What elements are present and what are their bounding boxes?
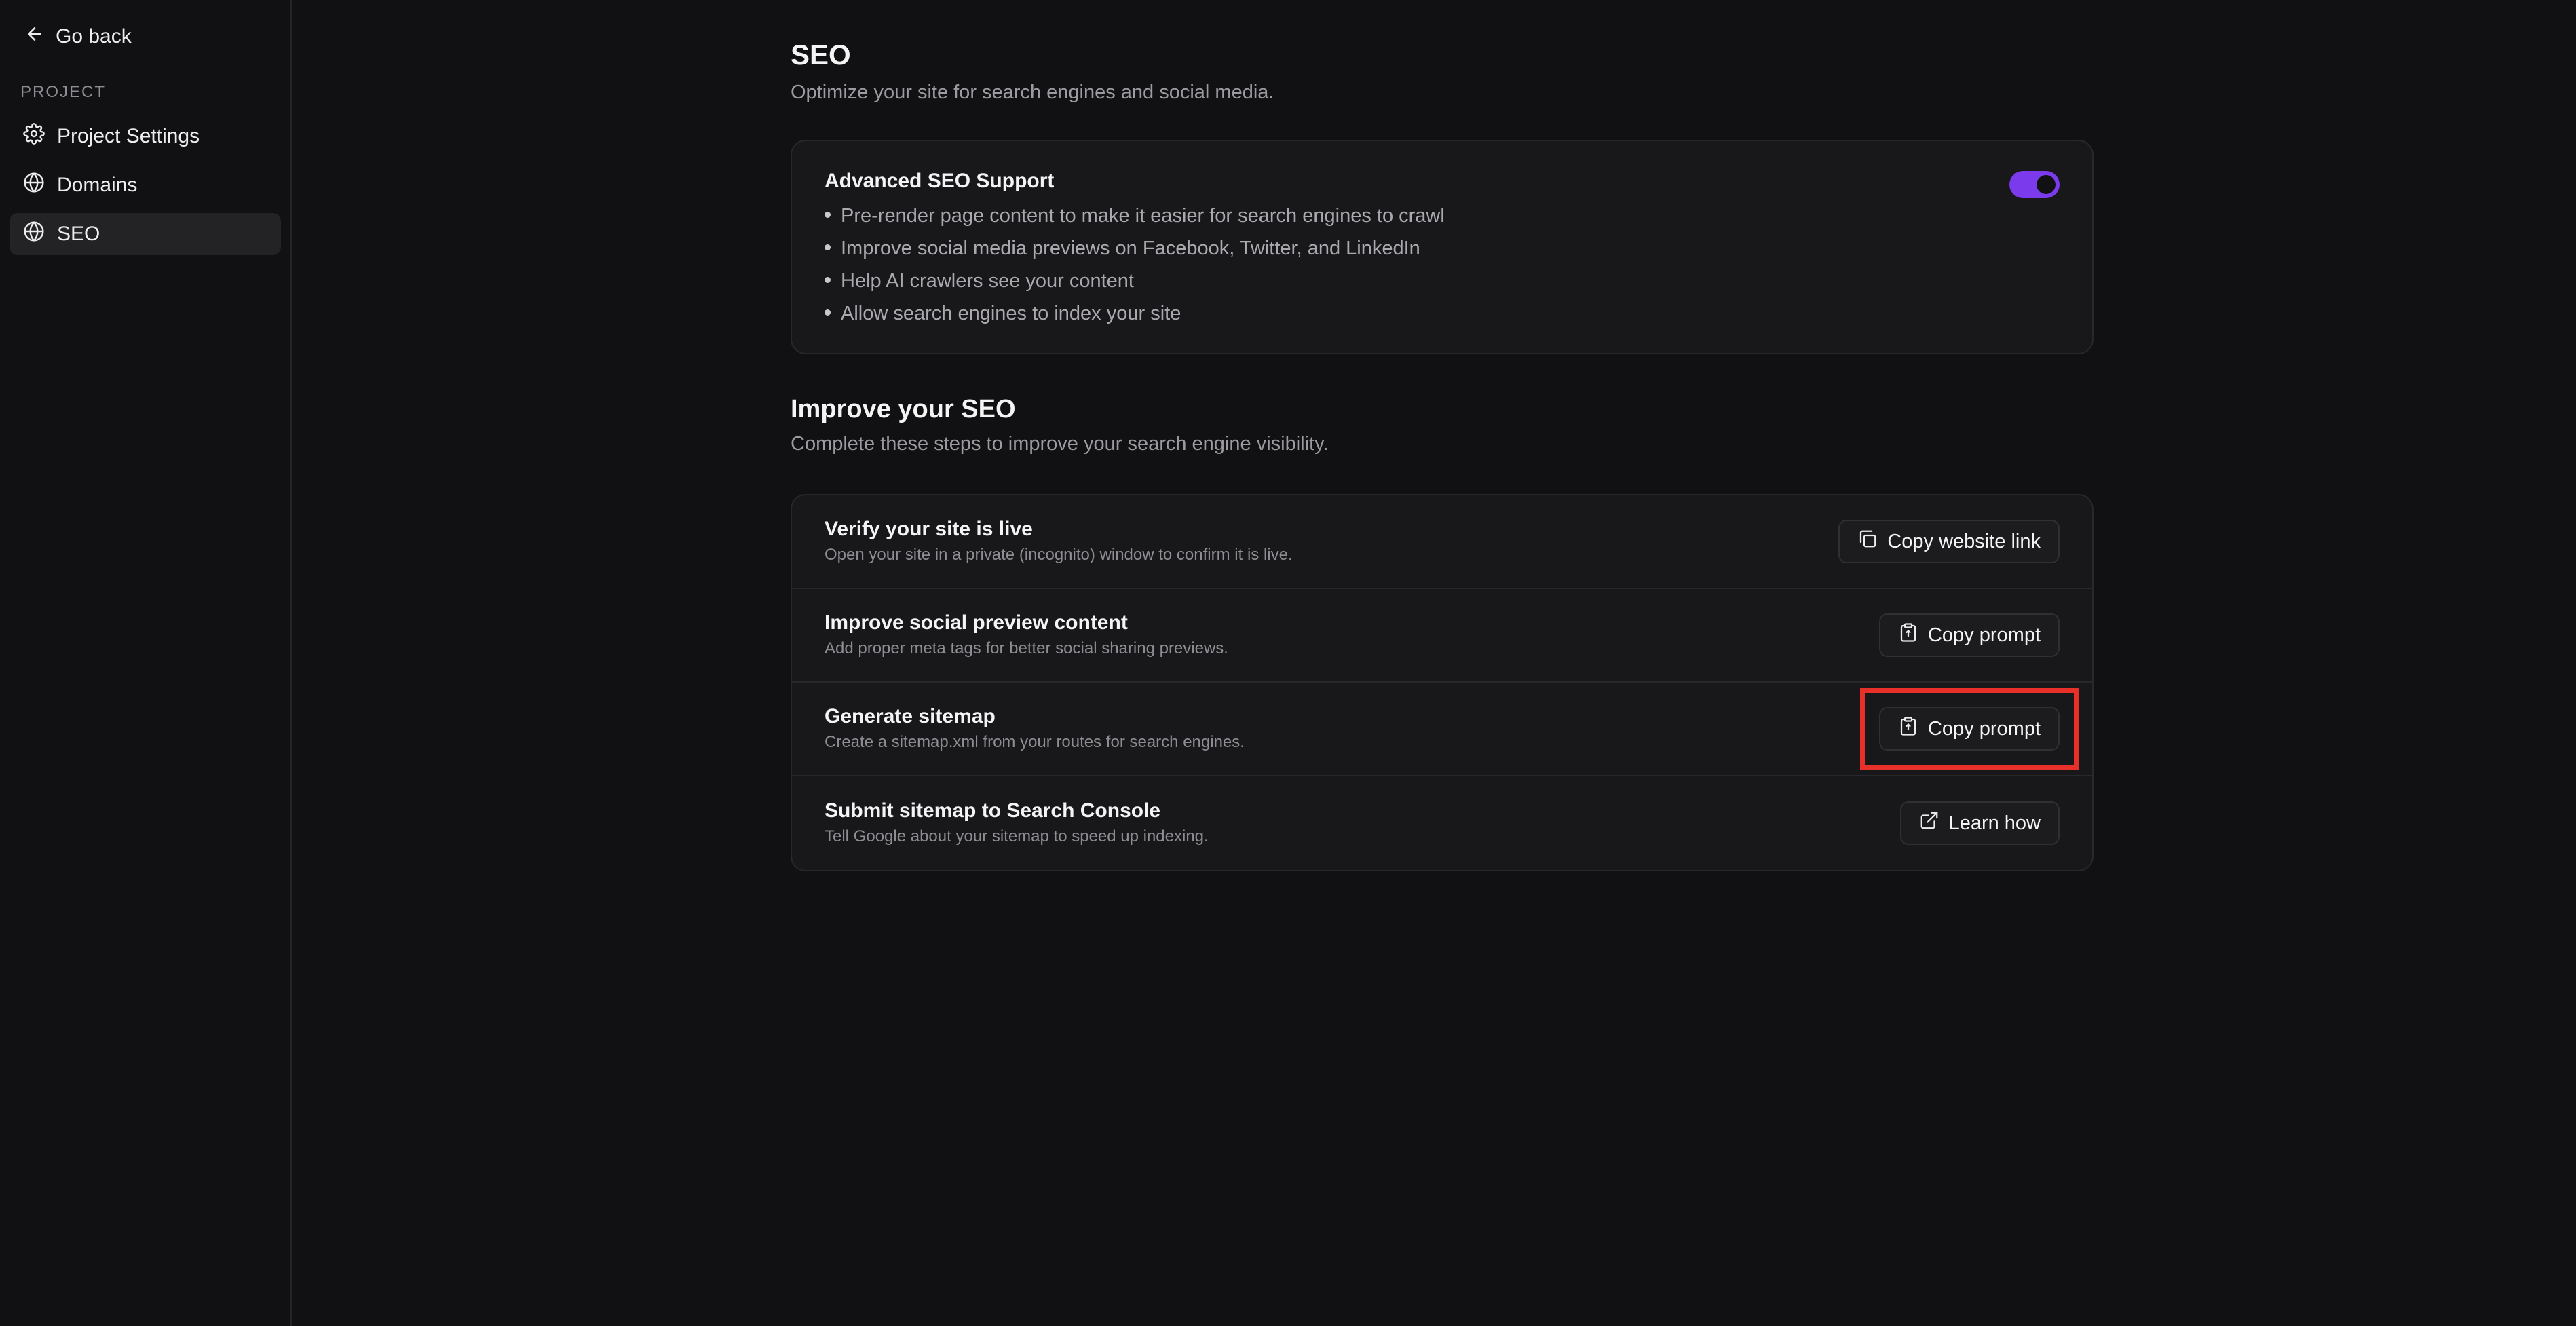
sidebar-item-seo[interactable]: SEO [10, 213, 281, 255]
go-back-link[interactable]: Go back [24, 20, 290, 53]
gear-icon [23, 123, 45, 150]
step-text: Improve social preview content Add prope… [825, 611, 1228, 660]
sidebar-item-project-settings[interactable]: Project Settings [10, 115, 281, 157]
copy-icon [1857, 529, 1878, 554]
step-title: Generate sitemap [825, 705, 996, 727]
step-title: Submit sitemap to Search Console [825, 799, 1161, 822]
external-link-icon [1919, 810, 1939, 836]
advanced-seo-card: Advanced SEO Support Pre-render page con… [791, 140, 2094, 354]
step-text: Verify your site is live Open your site … [825, 517, 1293, 566]
step-title: Improve social preview content [825, 611, 1128, 634]
sidebar: Go back PROJECT Project Settings Domains… [0, 0, 292, 1326]
copy-website-link-button[interactable]: Copy website link [1838, 520, 2060, 563]
app: Go back PROJECT Project Settings Domains… [0, 0, 2576, 1326]
list-item: Pre-render page content to make it easie… [825, 200, 2060, 232]
sidebar-item-domains[interactable]: Domains [10, 164, 281, 206]
advanced-seo-toggle[interactable] [2009, 171, 2060, 198]
button-label: Copy prompt [1927, 624, 2041, 646]
page-title: SEO [791, 39, 851, 71]
copy-prompt-button-social[interactable]: Copy prompt [1878, 613, 2060, 657]
improve-seo-title: Improve your SEO [791, 395, 1016, 423]
step-description: Open your site in a private (incognito) … [825, 546, 1293, 564]
step-social-preview: Improve social preview content Add prope… [792, 589, 2092, 683]
step-description: Add proper meta tags for better social s… [825, 639, 1228, 658]
step-description: Create a sitemap.xml from your routes fo… [825, 733, 1245, 751]
list-item: Improve social media previews on Faceboo… [825, 232, 2060, 265]
highlighted-button-wrap: Copy prompt [1859, 688, 2079, 770]
list-item: Help AI crawlers see your content [825, 265, 2060, 297]
main-content: SEO Optimize your site for search engine… [292, 0, 2576, 1326]
globe-icon [23, 172, 45, 199]
page-subtitle: Optimize your site for search engines an… [791, 81, 1274, 103]
go-back-label: Go back [56, 25, 132, 48]
button-label: Learn how [1948, 812, 2041, 834]
step-title: Verify your site is live [825, 518, 1033, 540]
seo-steps-card: Verify your site is live Open your site … [791, 494, 2094, 871]
highlight-box [1859, 688, 2079, 770]
clipboard-icon [1898, 622, 1918, 648]
step-text: Submit sitemap to Search Console Tell Go… [825, 799, 1209, 848]
seo-page: SEO Optimize your site for search engine… [791, 35, 2094, 871]
button-label: Copy website link [1887, 530, 2041, 552]
toggle-knob [2037, 175, 2056, 194]
learn-how-button[interactable]: Learn how [1899, 801, 2060, 845]
advanced-seo-title: Advanced SEO Support [825, 170, 1055, 192]
list-item: Allow search engines to index your site [825, 297, 2060, 330]
sidebar-item-label: SEO [57, 223, 100, 245]
step-text: Generate sitemap Create a sitemap.xml fr… [825, 704, 1245, 753]
sidebar-item-label: Project Settings [57, 125, 200, 147]
globe-icon [23, 221, 45, 248]
sidebar-item-label: Domains [57, 174, 138, 196]
section-label-project: PROJECT [20, 83, 107, 101]
arrow-left-icon [24, 24, 45, 50]
improve-seo-subtitle: Complete these steps to improve your sea… [791, 433, 1329, 455]
step-verify-site: Verify your site is live Open your site … [792, 495, 2092, 589]
advanced-seo-bullets: Pre-render page content to make it easie… [825, 200, 2060, 330]
step-generate-sitemap: Generate sitemap Create a sitemap.xml fr… [792, 683, 2092, 776]
step-description: Tell Google about your sitemap to speed … [825, 827, 1209, 846]
step-submit-sitemap: Submit sitemap to Search Console Tell Go… [792, 776, 2092, 870]
